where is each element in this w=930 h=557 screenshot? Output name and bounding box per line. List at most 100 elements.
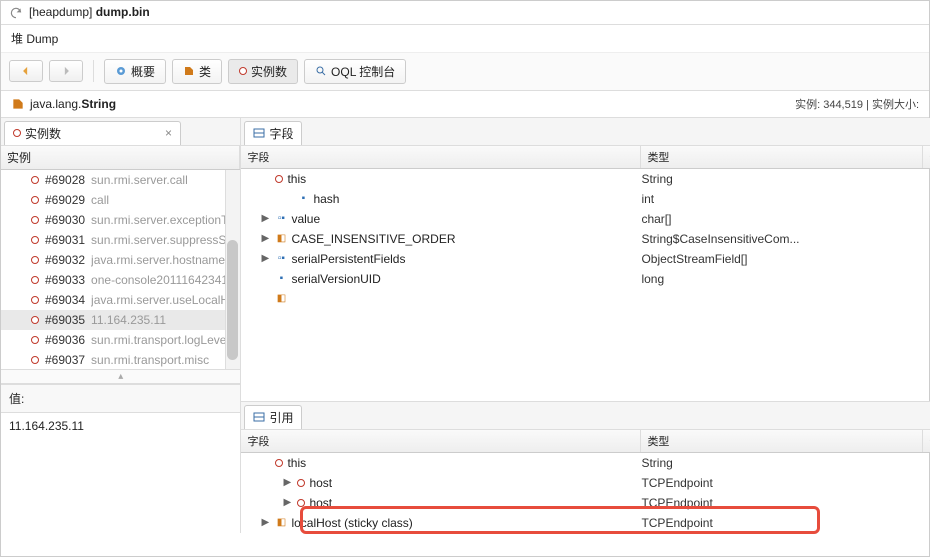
field-row[interactable]: ▶hostTCPEndpoint bbox=[241, 493, 930, 513]
fields-col-type[interactable]: 类型 bbox=[641, 146, 923, 168]
field-name: CASE_INSENSITIVE_ORDER bbox=[291, 232, 455, 246]
instance-desc: sun.rmi.transport.logLevel bbox=[91, 333, 236, 347]
field-type: TCPEndpoint bbox=[641, 476, 930, 490]
instance-desc: 11.164.235.11 bbox=[91, 313, 236, 327]
field-array-icon: ▫▪ bbox=[275, 213, 287, 225]
nav-forward-button[interactable] bbox=[49, 60, 83, 82]
instance-id: #69035 bbox=[45, 313, 85, 327]
expand-arrow-icon[interactable]: ▶ bbox=[283, 477, 293, 488]
field-primitive-icon: ▪ bbox=[297, 193, 309, 205]
field-type: int bbox=[641, 192, 930, 206]
splitter-grip[interactable]: ▴ bbox=[1, 369, 240, 384]
dot-icon bbox=[275, 175, 283, 183]
instance-desc: sun.rmi.server.call bbox=[91, 173, 236, 187]
instance-row[interactable]: #69034 java.rmi.server.useLocalHo bbox=[1, 290, 240, 310]
instances-list[interactable]: #69028sun.rmi.server.call#69029call#6903… bbox=[1, 170, 240, 369]
instance-row[interactable]: #69035 11.164.235.11 bbox=[1, 310, 240, 330]
instance-id: #69028 bbox=[45, 173, 85, 187]
instance-row[interactable]: #69032 java.rmi.server.hostname bbox=[1, 250, 240, 270]
instances-button[interactable]: 实例数 bbox=[228, 59, 298, 84]
refs-tab[interactable]: 引用 bbox=[244, 405, 302, 429]
dot-icon bbox=[31, 316, 39, 324]
instance-row[interactable]: #69033 one-console20111642341 bbox=[1, 270, 240, 290]
dot-icon bbox=[297, 479, 305, 487]
instance-desc: java.rmi.server.useLocalHo bbox=[91, 293, 236, 307]
instances-column-header[interactable]: 实例 bbox=[1, 146, 240, 169]
field-row[interactable]: thisString bbox=[241, 453, 930, 473]
instance-id: #69031 bbox=[45, 233, 85, 247]
nav-back-button[interactable] bbox=[9, 60, 43, 82]
field-row[interactable]: ▪ hash int bbox=[241, 189, 930, 209]
instance-desc: java.rmi.server.hostname bbox=[91, 253, 236, 267]
refs-col-name[interactable]: 字段 bbox=[241, 430, 641, 452]
field-type: TCPEndpoint bbox=[641, 516, 930, 530]
field-primitive-icon: ▪ bbox=[275, 273, 287, 285]
instance-row[interactable]: #69037 sun.rmi.transport.misc bbox=[1, 350, 240, 369]
instance-id: #69034 bbox=[45, 293, 85, 307]
field-row[interactable]: ◧ bbox=[241, 289, 930, 309]
refs-col-value[interactable]: 值 bbox=[923, 430, 930, 452]
refs-table[interactable]: thisString ▶ host TCPEndpoint ▶ host TCPEndpoi… bbox=[241, 453, 930, 533]
instance-row[interactable]: #69030 sun.rmi.server.exceptionTr bbox=[1, 210, 240, 230]
window-title: [heapdump] dump.bin bbox=[29, 5, 150, 19]
field-name: this bbox=[287, 172, 306, 186]
fields-col-value[interactable]: 值 bbox=[923, 146, 930, 168]
field-name: serialPersistentFields bbox=[291, 252, 405, 266]
instance-stats: 实例: 344,519 | 实例大小: bbox=[795, 96, 919, 112]
instance-desc: sun.rmi.server.suppressSta bbox=[91, 233, 236, 247]
instance-id: #69030 bbox=[45, 213, 85, 227]
close-icon[interactable]: × bbox=[165, 126, 172, 140]
dot-icon bbox=[31, 236, 39, 244]
field-name: hash bbox=[313, 192, 339, 206]
instance-row[interactable]: #69031 sun.rmi.server.suppressSta bbox=[1, 230, 240, 250]
instance-desc: sun.rmi.server.exceptionTr bbox=[91, 213, 236, 227]
dot-icon bbox=[31, 216, 39, 224]
instance-row[interactable]: #69036 sun.rmi.transport.logLevel bbox=[1, 330, 240, 350]
instance-id: #69036 bbox=[45, 333, 85, 347]
dot-icon bbox=[31, 196, 39, 204]
dot-icon bbox=[31, 176, 39, 184]
instance-id: #69033 bbox=[45, 273, 85, 287]
scrollbar[interactable] bbox=[225, 170, 240, 369]
field-name: host bbox=[309, 476, 332, 490]
expand-arrow-icon[interactable]: ▶ bbox=[261, 213, 271, 224]
field-ref-icon: ◧ bbox=[275, 293, 287, 305]
field-type: String bbox=[641, 172, 930, 186]
oql-button[interactable]: OQL 控制台 bbox=[304, 59, 406, 84]
refs-col-type[interactable]: 类型 bbox=[641, 430, 923, 452]
field-row[interactable]: ▶ host TCPEndpoint bbox=[241, 473, 930, 493]
expand-arrow-icon[interactable]: ▶ bbox=[261, 517, 271, 528]
field-static-icon: ◧ bbox=[275, 517, 287, 529]
field-name: localHost (sticky class) bbox=[291, 516, 412, 530]
dot-icon bbox=[297, 499, 305, 507]
instance-desc: call bbox=[91, 193, 236, 207]
classes-button[interactable]: 类 bbox=[172, 59, 222, 84]
class-breadcrumb: java.lang.String bbox=[11, 97, 116, 111]
instance-row[interactable]: #69029call bbox=[1, 190, 240, 210]
expand-arrow-icon[interactable]: ▶ bbox=[283, 497, 293, 508]
instance-id: #69032 bbox=[45, 253, 85, 267]
fields-table[interactable]: thisString▪hashint▶▫▪valuechar[]▶◧CASE_I… bbox=[241, 169, 930, 401]
overview-button[interactable]: 概要 bbox=[104, 59, 166, 84]
fields-col-name[interactable]: 字段 bbox=[241, 146, 641, 168]
field-row[interactable]: ▶ ◧ localHost (sticky class) TCPEndpoint bbox=[241, 513, 930, 533]
dot-icon bbox=[275, 459, 283, 467]
dot-icon bbox=[31, 276, 39, 284]
expand-arrow-icon[interactable]: ▶ bbox=[261, 233, 271, 244]
field-ref-icon: ◧ bbox=[275, 233, 287, 245]
field-name: serialVersionUID bbox=[291, 272, 380, 286]
instance-id: #69037 bbox=[45, 353, 85, 367]
field-type bbox=[641, 222, 930, 375]
separator bbox=[93, 60, 94, 82]
instance-row[interactable]: #69028 sun.rmi.server.call bbox=[1, 170, 240, 190]
field-row[interactable]: this String bbox=[241, 169, 930, 189]
instance-desc: one-console20111642341 bbox=[91, 273, 236, 287]
expand-arrow-icon[interactable]: ▶ bbox=[261, 253, 271, 264]
instance-desc: sun.rmi.transport.misc bbox=[91, 353, 236, 367]
subheader-label: 堆 Dump bbox=[1, 25, 929, 53]
reload-icon[interactable] bbox=[9, 5, 23, 20]
instances-tab[interactable]: 实例数 × bbox=[4, 121, 181, 145]
fields-tab[interactable]: 字段 bbox=[244, 121, 302, 145]
main-toolbar: 概要 类 实例数 OQL 控制台 bbox=[1, 53, 929, 91]
field-name: host bbox=[309, 496, 332, 510]
